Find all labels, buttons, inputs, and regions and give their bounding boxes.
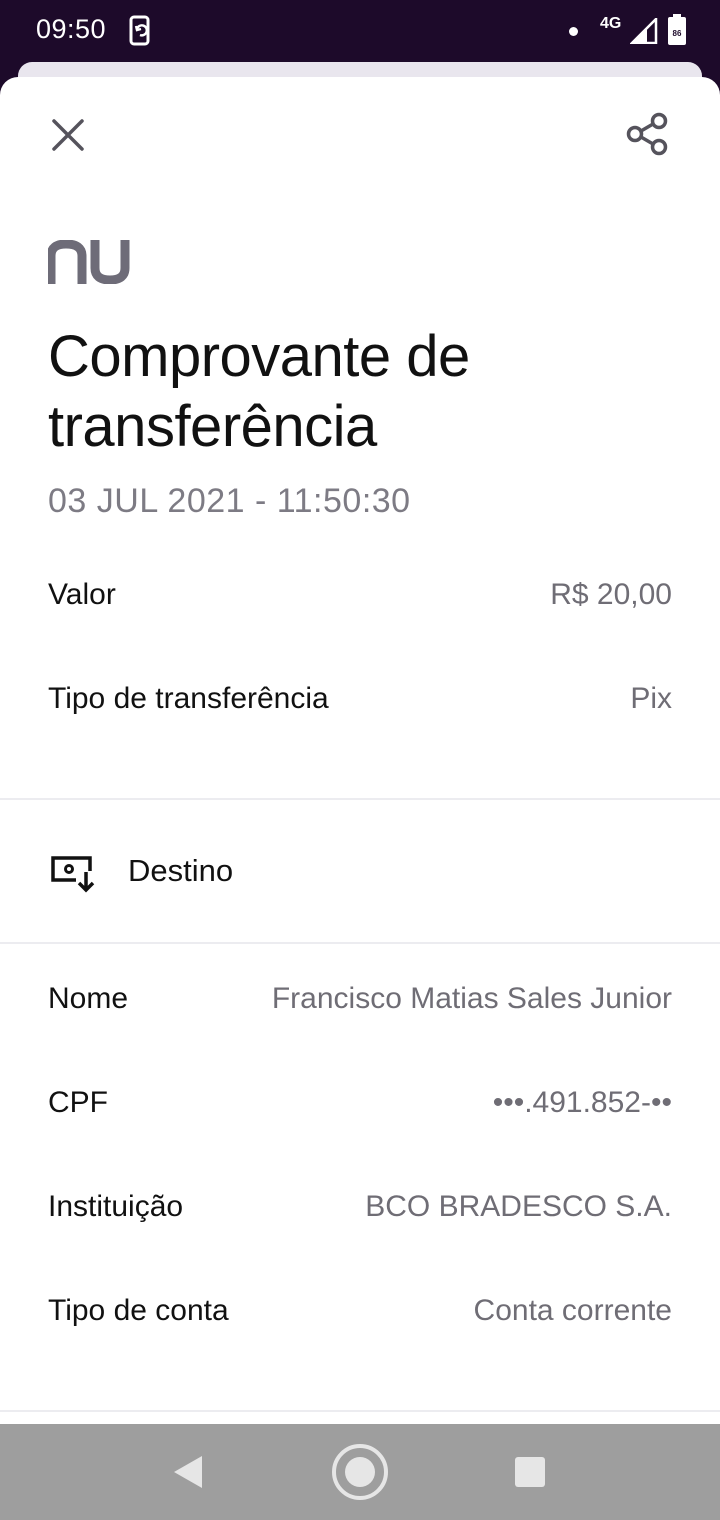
notification-dot-icon xyxy=(569,27,578,36)
system-navigation-bar xyxy=(0,1424,720,1520)
destination-row-name: Nome Francisco Matias Sales Junior xyxy=(48,979,672,1019)
status-time: 09:50 xyxy=(36,14,107,44)
divider xyxy=(0,942,720,944)
back-icon[interactable] xyxy=(170,1454,206,1495)
share-icon[interactable] xyxy=(624,111,670,162)
nu-logo xyxy=(46,239,130,289)
row-label: Valor xyxy=(48,578,116,611)
battery-level: 86 xyxy=(673,29,682,38)
row-label: Instituição xyxy=(48,1190,184,1223)
destination-section-label: Destino xyxy=(128,853,234,888)
home-icon[interactable] xyxy=(331,1443,389,1506)
transfer-datetime: 03 JUL 2021 - 11:50:30 xyxy=(48,482,411,520)
destination-row-account-type: Tipo de conta Conta corrente xyxy=(48,1291,672,1331)
divider xyxy=(0,1410,720,1412)
close-icon[interactable] xyxy=(50,117,86,158)
row-value: •••.491.852-•• xyxy=(492,1086,672,1119)
status-bar: 09:50 4G 86 xyxy=(0,0,720,64)
recents-icon[interactable] xyxy=(514,1456,546,1493)
divider xyxy=(0,798,720,800)
row-label: Tipo de conta xyxy=(48,1294,229,1327)
row-value: Pix xyxy=(630,682,672,715)
summary-row-transfer-type: Tipo de transferência Pix xyxy=(48,679,672,719)
destination-row-cpf: CPF •••.491.852-•• xyxy=(48,1083,672,1123)
network-type: 4G xyxy=(600,15,622,32)
receipt-sheet: Comprovante de transferência 03 JUL 2021… xyxy=(0,77,720,1424)
row-label: Nome xyxy=(48,982,129,1015)
row-label: Tipo de transferência xyxy=(48,682,329,715)
page-title: Comprovante de transferência xyxy=(48,324,470,459)
destination-icon xyxy=(50,854,96,899)
row-value: R$ 20,00 xyxy=(550,578,672,611)
row-value: BCO BRADESCO S.A. xyxy=(365,1190,672,1223)
row-value: Francisco Matias Sales Junior xyxy=(271,982,672,1015)
battery-icon: 86 xyxy=(667,14,687,51)
summary-row-amount: Valor R$ 20,00 xyxy=(48,575,672,615)
row-label: CPF xyxy=(48,1086,108,1119)
phone-rotate-icon xyxy=(128,15,154,52)
destination-row-institution: Instituição BCO BRADESCO S.A. xyxy=(48,1187,672,1227)
signal-icon xyxy=(628,15,658,49)
row-value: Conta corrente xyxy=(473,1294,672,1327)
